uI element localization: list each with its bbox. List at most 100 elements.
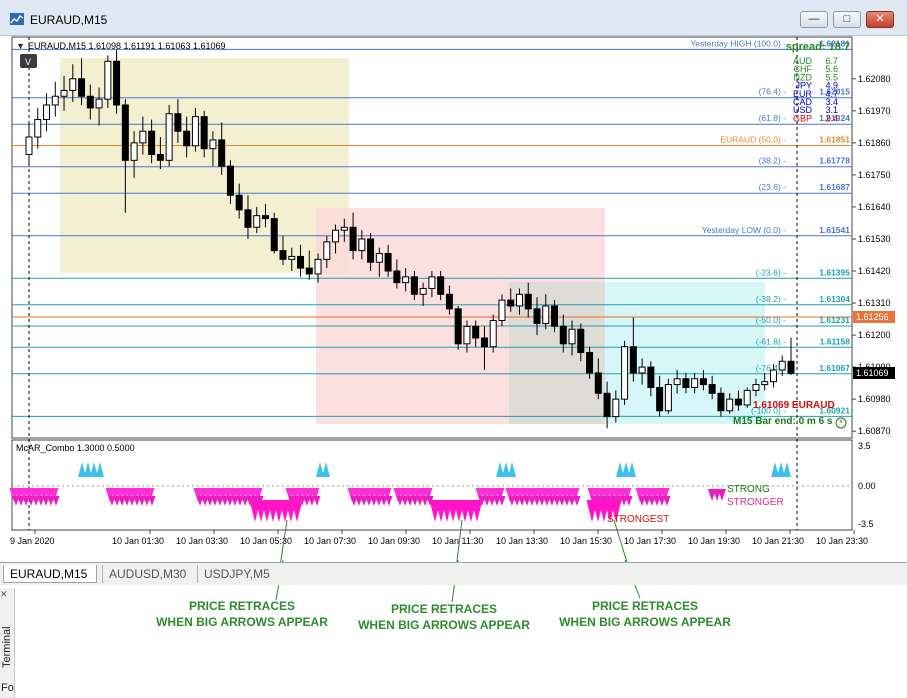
candle-body: [498, 299, 506, 322]
level-price: 1.61304: [819, 294, 850, 304]
tab-usdjpy-m5[interactable]: USDJPY,M5: [197, 565, 277, 583]
candle-body: [708, 384, 716, 394]
candle-body: [612, 398, 620, 418]
time-tick-label: 10 Jan 13:30: [496, 536, 548, 546]
level-price: 1.61067: [819, 363, 850, 373]
annotation-3-line2: WHEN BIG ARROWS APPEAR: [559, 615, 731, 629]
window-title: EURAUD,M15: [30, 13, 108, 27]
price-tick-label: 1.61200: [858, 330, 891, 340]
candle-body: [358, 238, 366, 252]
chart-window: EURAUD,M15 — □ ✕ ▼ EURAUD,M15 1.61098 1.…: [0, 0, 907, 562]
candle-body: [507, 299, 515, 307]
time-tick-label: 10 Jan 03:30: [176, 536, 228, 546]
annotation-1-line2: WHEN BIG ARROWS APPEAR: [156, 615, 328, 629]
candle-body: [454, 308, 462, 345]
level-label: Yesterday LOW (0.0) -: [702, 225, 786, 235]
annotation-2: PRICE RETRACES WHEN BIG ARROWS APPEAR: [354, 601, 534, 633]
candle-body: [51, 95, 59, 106]
candle-body: [717, 392, 725, 412]
tab-euraud-m15[interactable]: EURAUD,M15: [3, 565, 97, 583]
candle-body: [726, 398, 734, 412]
candle-body: [629, 346, 637, 374]
chart-window-icon: [10, 13, 24, 25]
candle-body: [393, 270, 401, 284]
candle-body: [594, 372, 602, 394]
level-price: 1.61158: [820, 336, 851, 346]
candle-body: [218, 139, 226, 167]
indicator-axis: 3.5 0.00 -3.5: [858, 441, 876, 529]
chart-header: EURAUD,M15 1.61098 1.61191 1.61063 1.610…: [28, 41, 225, 51]
candle-body: [664, 384, 672, 412]
candle-body: [542, 305, 550, 324]
price-chart[interactable]: ▼ EURAUD,M15 1.61098 1.61191 1.61063 1.6…: [0, 35, 907, 562]
candle-body: [183, 130, 191, 147]
candle-body: [445, 293, 453, 310]
candle-body: [489, 320, 497, 348]
candle-body: [384, 253, 392, 272]
candle-body: [577, 328, 585, 354]
price-tick-label: 1.60870: [858, 426, 891, 436]
current-price: 1.61069: [856, 368, 889, 378]
candle-body: [156, 153, 164, 161]
candle-body: [226, 165, 234, 196]
candle-body: [428, 276, 436, 289]
level-label: (61.8) -: [759, 113, 787, 123]
strength-value: 2.4: [825, 113, 838, 123]
chart-tabs: EURAUD,M15 AUDUSD,M30 USDJPY,M5: [0, 562, 907, 585]
level-price: 1.61778: [819, 156, 850, 166]
candle-body: [699, 378, 707, 386]
candle-body: [638, 366, 646, 374]
candle-body: [34, 119, 42, 138]
level-price: 1.61395: [819, 267, 850, 277]
candle-body: [533, 308, 541, 324]
candle-body: [419, 287, 427, 295]
candle-body: [305, 267, 313, 275]
annotation-3: PRICE RETRACES WHEN BIG ARROWS APPEAR: [555, 598, 735, 630]
candle-body: [787, 360, 795, 374]
minimize-button[interactable]: —: [800, 11, 828, 28]
close-button[interactable]: ✕: [866, 11, 894, 28]
time-tick-label: 10 Jan 15:30: [560, 536, 612, 546]
level-label: EURAUD (50.0) -: [720, 134, 786, 144]
tab-audusd-m30[interactable]: AUDUSD,M30: [102, 565, 192, 583]
candle-body: [603, 392, 611, 418]
legend-strongest: STRONGEST: [607, 514, 669, 525]
level-label: (-23.6) -: [756, 267, 786, 277]
candle-body: [209, 139, 217, 150]
time-tick-label: 10 Jan 17:30: [624, 536, 676, 546]
candle-body: [402, 276, 410, 284]
candle-body: [148, 130, 156, 155]
candle-body: [332, 229, 340, 243]
level-price: 1.61231: [819, 315, 850, 325]
close-small-icon[interactable]: ✕: [0, 589, 8, 600]
restore-button[interactable]: □: [833, 11, 861, 28]
level-label: (-76.4) -: [756, 363, 786, 373]
time-tick-label: 9 Jan 2020: [10, 536, 55, 546]
candle-body: [200, 116, 208, 150]
level-price: 1.61541: [819, 225, 850, 235]
indicator-frame: [11, 439, 853, 531]
candle-body: [682, 378, 690, 388]
candle-body: [515, 293, 523, 307]
candle-body: [743, 389, 751, 406]
annotation-1: PRICE RETRACES WHEN BIG ARROWS APPEAR: [152, 598, 332, 630]
candle-body: [95, 98, 103, 109]
candle-body: [524, 293, 532, 310]
candle-body: [761, 381, 769, 386]
level-label: (38.2) -: [759, 156, 787, 166]
candle-body: [621, 346, 629, 400]
candle-body: [69, 78, 77, 91]
candle-body: [323, 241, 331, 260]
level-label: (-38.2) -: [756, 294, 786, 304]
spread-label: spread: 18.7: [786, 41, 850, 53]
time-tick-label: 10 Jan 09:30: [368, 536, 420, 546]
candle-body: [165, 113, 173, 161]
candle-body: [367, 238, 375, 263]
terminal-label[interactable]: Terminal: [1, 626, 13, 668]
zone-range-yellow: [60, 58, 349, 273]
candle-body: [375, 253, 383, 263]
mode-button-label: V: [25, 57, 31, 67]
time-tick-label: 10 Jan 01:30: [112, 536, 164, 546]
window-titlebar[interactable]: EURAUD,M15 — □ ✕: [0, 0, 907, 36]
time-tick-label: 10 Jan 23:30: [816, 536, 868, 546]
